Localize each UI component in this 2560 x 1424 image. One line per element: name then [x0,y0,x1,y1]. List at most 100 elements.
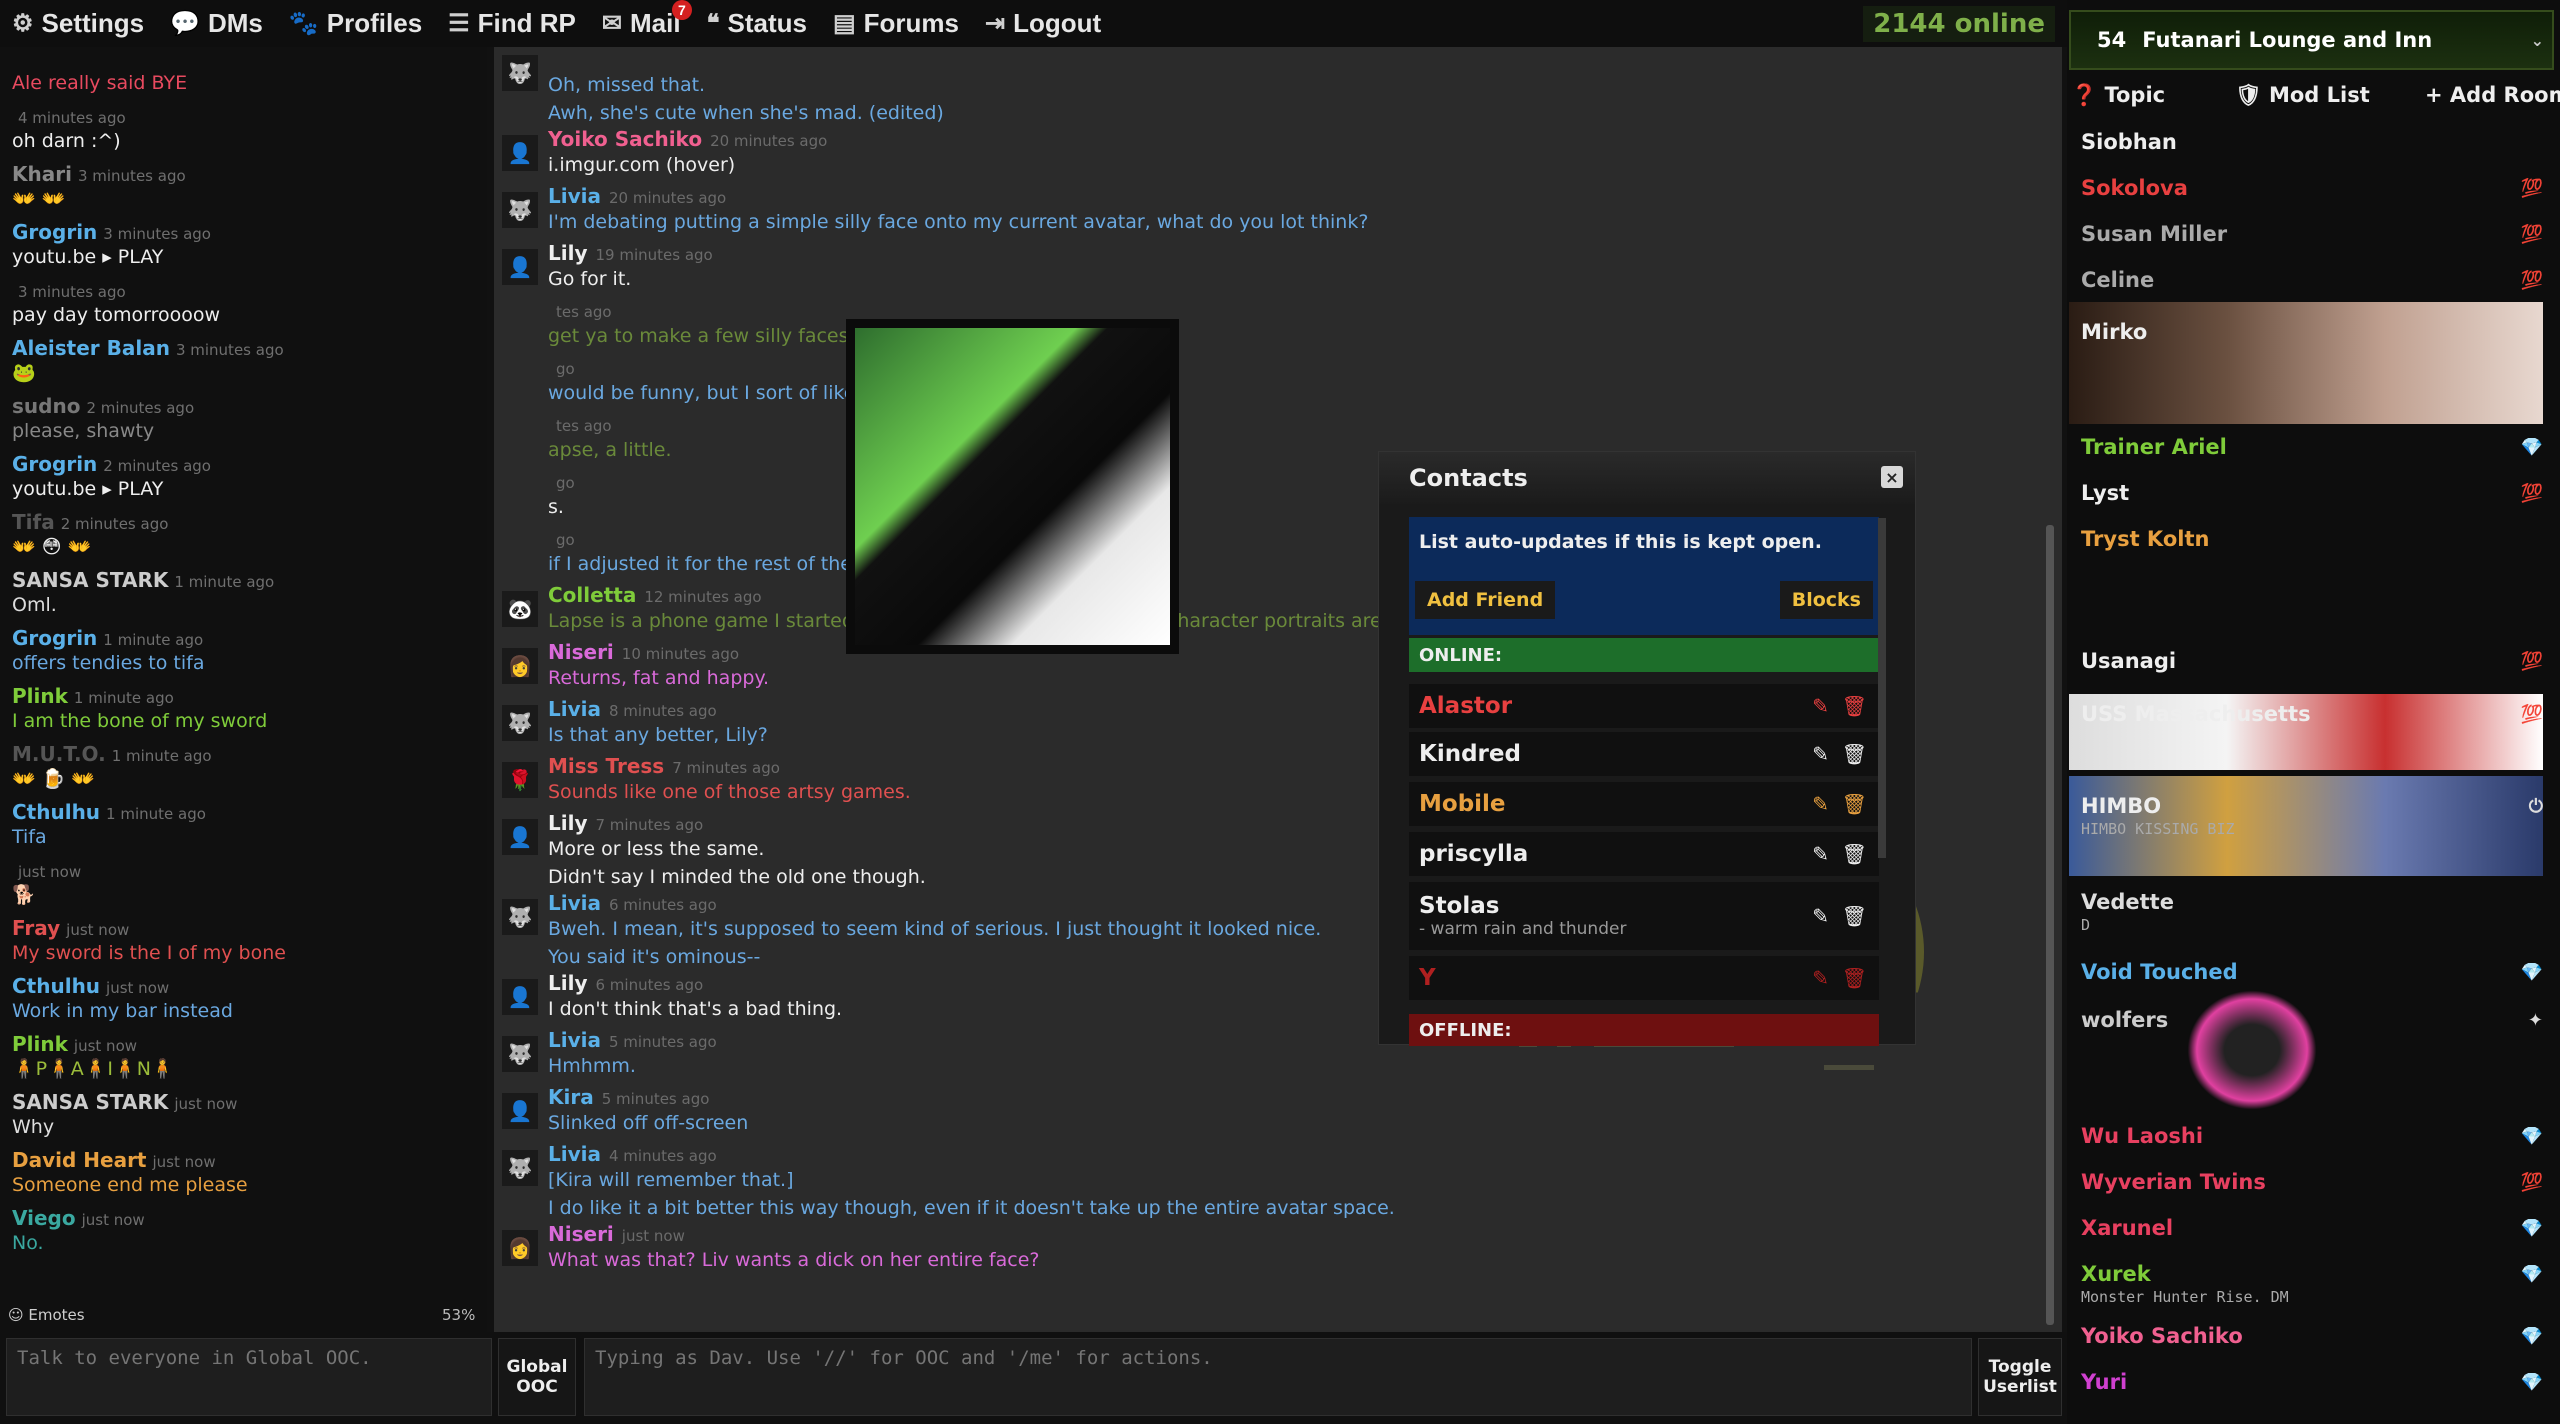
message-author[interactable]: Aleister Balan [12,336,170,360]
message-author[interactable]: Livia [548,891,601,915]
user-list-item[interactable]: Yuri 💎 [2081,1362,2551,1402]
global-ooc-button[interactable]: Global OOC [498,1338,576,1416]
message-author[interactable]: sudno [12,394,80,418]
user-list-item[interactable]: Trainer Ariel 💎 [2081,427,2551,467]
user-list-item[interactable]: Sokolova 💯 [2081,168,2551,208]
avatar[interactable]: 🐺 [502,899,538,935]
message-author[interactable]: Lily [548,241,588,265]
message-author[interactable]: Colletta [548,583,636,607]
contacts-header[interactable]: Contacts × [1379,452,1915,504]
toggle-userlist-button[interactable]: Toggle Userlist [1978,1338,2062,1416]
avatar[interactable]: 🐺 [502,1036,538,1072]
avatar[interactable]: 🐺 [502,55,538,91]
message-author[interactable]: Livia [548,184,601,208]
user-list-item[interactable]: Mirko [2081,312,2551,352]
emotes-button[interactable]: ☺ Emotes [8,1306,85,1324]
message-author[interactable]: M.U.T.O. [12,742,106,766]
message-author[interactable]: Grogrin [12,626,97,650]
contact-row[interactable]: Alastor ✎ 🗑 [1409,684,1879,728]
pencil-icon[interactable]: ✎ [1812,966,1829,990]
pencil-icon[interactable]: ✎ [1812,742,1829,766]
nav-forums[interactable]: ▤ Forums [833,8,959,39]
avatar[interactable]: 👩 [502,1230,538,1266]
add-room-button[interactable]: + Add Room [2425,83,2560,107]
avatar[interactable]: 👤 [502,135,538,171]
nav-logout[interactable]: ⇥ Logout [985,8,1101,39]
contacts-scrollbar[interactable] [1878,518,1886,858]
topic-button[interactable]: ❓ Topic [2071,83,2165,108]
nav-settings[interactable]: ⚙ Settings [12,8,144,39]
contact-row[interactable]: Mobile ✎ 🗑 [1409,782,1879,826]
pencil-icon[interactable]: ✎ [1812,792,1829,816]
avatar[interactable]: 🌹 [502,762,538,798]
pencil-icon[interactable]: ✎ [1812,904,1829,928]
user-list-item[interactable]: Xarunel 💎 [2081,1208,2551,1248]
pencil-icon[interactable]: ✎ [1812,694,1829,718]
global-ooc-input[interactable] [6,1338,492,1416]
user-list-item[interactable]: Vedette D [2081,882,2551,934]
message-author[interactable]: Grogrin [12,220,97,244]
nav-find-rp[interactable]: ☰ Find RP [448,8,576,39]
avatar[interactable]: 👤 [502,249,538,285]
nav-status[interactable]: ❝ Status [707,8,807,39]
user-list-item[interactable]: Lyst 💯 [2081,473,2551,513]
avatar[interactable]: 🐺 [502,1150,538,1186]
message-author[interactable]: Plink [12,684,68,708]
user-list-item[interactable]: Celine 💯 [2081,260,2551,300]
message-author[interactable]: Kira [548,1085,594,1109]
contact-row[interactable]: Y ✎ 🗑 [1409,956,1879,1000]
message-author[interactable]: Niseri [548,1222,614,1246]
message-author[interactable]: Cthulhu [12,974,100,998]
close-icon[interactable]: × [1881,466,1903,488]
message-author[interactable]: Fray [12,916,60,940]
blocks-button[interactable]: Blocks [1779,581,1873,619]
user-list-item[interactable]: Wyverian Twins 💯 [2081,1162,2551,1202]
trash-icon[interactable]: 🗑 [1842,842,1867,866]
message-author[interactable]: Lily [548,811,588,835]
user-list-item[interactable]: Yoiko Sachiko 💎 [2081,1316,2551,1356]
avatar[interactable]: 🐺 [502,705,538,741]
message-author[interactable]: Plink [12,1032,68,1056]
user-list-item[interactable]: Void Touched 💎 [2081,952,2551,992]
nav-profiles[interactable]: 🐾 Profiles [289,8,422,39]
message-author[interactable]: Niseri [548,640,614,664]
message-author[interactable]: SANSA STARK [12,568,168,592]
avatar[interactable]: 👩 [502,648,538,684]
trash-icon[interactable]: 🗑 [1842,694,1867,718]
contact-row[interactable]: priscylla ✎ 🗑 [1409,832,1879,876]
chat-input[interactable] [584,1338,1972,1416]
message-author[interactable]: SANSA STARK [12,1090,168,1114]
message-author[interactable]: Viego [12,1206,76,1230]
mod-list-button[interactable]: 🛡 Mod List [2235,83,2370,108]
user-list-item[interactable]: USS Massachusetts 💯 [2081,694,2551,734]
user-list-item[interactable]: Siobhan [2081,122,2551,162]
contact-row[interactable]: Stolas - warm rain and thunder ✎ 🗑 [1409,882,1879,950]
user-list-item[interactable]: Wu Laoshi 💎 [2081,1116,2551,1156]
user-list-item[interactable]: Usanagi 💯 [2081,641,2551,681]
avatar[interactable]: 🐺 [502,192,538,228]
message-author[interactable]: Livia [548,697,601,721]
user-list-item[interactable]: HIMBO HIMBO KISSING BIZ ⏻ [2081,786,2551,838]
trash-icon[interactable]: 🗑 [1842,742,1867,766]
add-friend-button[interactable]: Add Friend [1415,581,1556,619]
message-author[interactable]: Miss Tress [548,754,664,778]
message-author[interactable]: Livia [548,1142,601,1166]
message-author[interactable]: Grogrin [12,452,97,476]
user-list-item[interactable]: Xurek Monster Hunter Rise. DM 💎 [2081,1254,2551,1306]
user-list-item[interactable]: Susan Miller 💯 [2081,214,2551,254]
nav-dms[interactable]: 💬 DMs [170,8,263,39]
message-author[interactable]: Tifa [12,510,55,534]
avatar[interactable]: 🐼 [502,591,538,627]
room-chat-scrollbar[interactable] [2046,525,2054,1325]
message-author[interactable]: Khari [12,162,72,186]
message-author[interactable]: Livia [548,1028,601,1052]
avatar[interactable]: 👤 [502,1093,538,1129]
message-author[interactable]: Lily [548,971,588,995]
user-list-item[interactable]: Tryst Koltn [2081,519,2551,559]
contact-row[interactable]: Kindred ✎ 🗑 [1409,732,1879,776]
nav-mail[interactable]: ✉ Mail 7 [602,0,692,39]
pencil-icon[interactable]: ✎ [1812,842,1829,866]
message-author[interactable]: Cthulhu [12,800,100,824]
message-author[interactable]: David Heart [12,1148,147,1172]
message-author[interactable]: Yoiko Sachiko [548,127,702,151]
